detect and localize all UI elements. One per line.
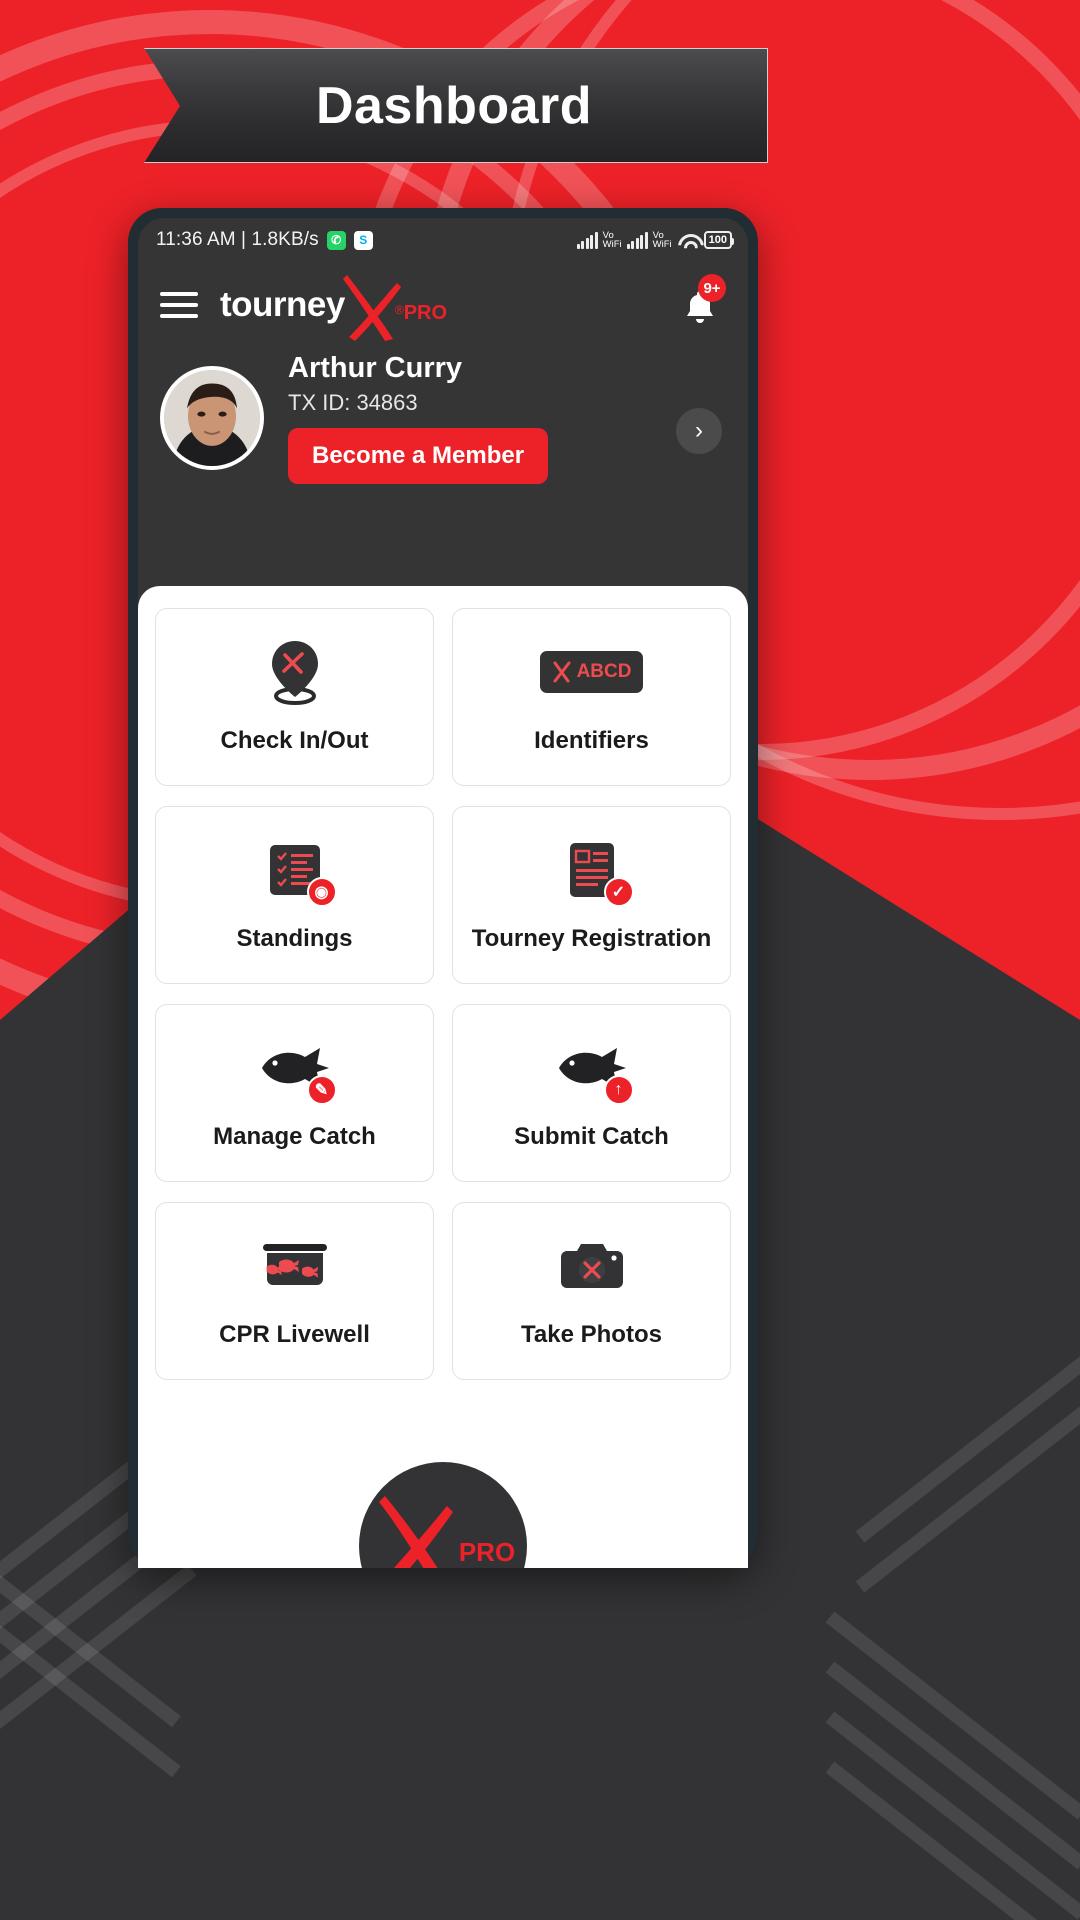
status-bar: 11:36 AM | 1.8KB/s ✆ S Vo WiFi Vo WiFi 100 [138,218,748,262]
logo-text: tourney [220,285,345,324]
x-pro-logo-icon[interactable]: PRO [359,1462,527,1568]
dashboard-panel: Check In/Out ABCD Identifiers ◉ Standing… [138,586,748,1568]
status-bar-right: Vo WiFi Vo WiFi 100 [576,229,735,250]
logo-pro-text: PRO [403,302,448,324]
page-banner: Dashboard [120,48,768,163]
tile-tourney-registration[interactable]: ✓ Tourney Registration [452,806,731,984]
tile-label: Identifiers [534,727,649,754]
tile-label: Standings [236,925,353,952]
profile-chevron-right-icon[interactable]: › [676,408,722,454]
signal-bars-sim1-icon [576,231,598,249]
decorative-stripe [855,1396,1080,1593]
livewell-tank-icon [257,1233,333,1299]
volte-wifi-label-1: Vo WiFi [602,229,622,250]
tile-label: Take Photos [521,1321,662,1348]
tile-label: Submit Catch [514,1123,669,1150]
tile-label: Check In/Out [220,727,369,754]
fab-pro-text: PRO [458,1537,516,1567]
dashboard-tile-grid: Check In/Out ABCD Identifiers ◉ Standing… [155,608,731,1380]
registration-form-icon: ✓ [554,837,634,907]
decorative-stripe [825,1711,1080,1920]
map-pin-icon [257,639,333,705]
tile-cpr-livewell[interactable]: CPR Livewell [155,1202,434,1380]
hamburger-menu-icon[interactable] [160,285,198,325]
tile-take-photos[interactable]: Take Photos [452,1202,731,1380]
fish-edit-icon: ✎ [257,1035,337,1105]
become-a-member-button[interactable]: Become a Member [288,428,549,484]
profile-name: Arthur Curry [288,352,463,384]
page-title: Dashboard [315,76,593,135]
app-logo: tourney ® PRO [220,275,448,341]
phone-frame: 11:36 AM | 1.8KB/s ✆ S Vo WiFi Vo WiFi 100… [128,208,758,1568]
view-badge-icon: ◉ [306,877,337,907]
phone-screen: 11:36 AM | 1.8KB/s ✆ S Vo WiFi Vo WiFi 100… [138,218,748,1568]
tile-label: CPR Livewell [219,1321,370,1348]
decorative-stripe [825,1661,1080,1870]
camera-icon [554,1233,630,1299]
profile-tx-id: TX ID: 34863 [288,390,418,415]
tile-standings[interactable]: ◉ Standings [155,806,434,984]
check-badge-icon: ✓ [603,877,634,907]
tile-label: Tourney Registration [471,925,712,952]
identifier-badge-text: ABCD [576,661,632,682]
tile-identifiers[interactable]: ABCD Identifiers [452,608,731,786]
status-time-and-speed: 11:36 AM | 1.8KB/s [156,229,319,250]
profile-info: Arthur Curry TX ID: 34863 Become a Membe… [288,352,549,484]
profile-section: Arthur Curry TX ID: 34863 Become a Membe… [138,348,748,514]
avatar[interactable] [160,366,264,470]
wifi-icon [677,232,699,249]
volte-wifi-label-2: Vo WiFi [652,229,672,250]
logo-x-icon [341,275,401,341]
fish-upload-icon: ↑ [554,1035,634,1105]
fab-logo-mark: PRO [371,1488,515,1568]
status-bar-left: 11:36 AM | 1.8KB/s ✆ S [156,229,373,251]
edit-badge-icon: ✎ [306,1075,337,1105]
whatsapp-icon: ✆ [326,230,346,250]
skype-icon: S [353,230,373,250]
identifier-badge-icon: ABCD [539,639,644,705]
standings-list-icon: ◉ [257,837,337,907]
notifications-button[interactable]: 9+ [678,274,726,328]
tile-label: Manage Catch [213,1123,376,1150]
notification-badge: 9+ [698,274,726,302]
battery-icon: 100 [703,231,735,249]
upload-badge-icon: ↑ [603,1075,634,1105]
tile-check-in-out[interactable]: Check In/Out [155,608,434,786]
app-header: tourney ® PRO 9+ [138,262,748,348]
identifier-badge: ABCD [539,651,644,693]
tile-submit-catch[interactable]: ↑ Submit Catch [452,1004,731,1182]
signal-bars-sim2-icon [626,231,648,249]
tile-manage-catch[interactable]: ✎ Manage Catch [155,1004,434,1182]
